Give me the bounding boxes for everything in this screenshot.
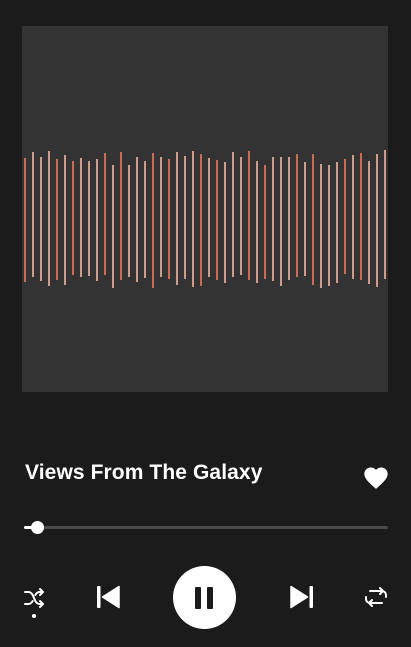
album-artwork — [22, 26, 388, 392]
shuffle-active-indicator — [32, 614, 36, 618]
repeat-icon — [365, 587, 387, 607]
repeat-button[interactable] — [363, 586, 389, 608]
skip-next-icon — [290, 585, 313, 609]
progress-handle[interactable] — [31, 521, 44, 534]
skip-previous-icon — [97, 585, 120, 609]
shuffle-icon — [24, 588, 44, 608]
next-button[interactable] — [288, 583, 316, 611]
previous-button[interactable] — [94, 583, 122, 611]
music-player: Views From The Galaxy — [0, 0, 411, 647]
track-title: Views From The Galaxy — [25, 461, 263, 484]
heart-icon — [364, 467, 388, 489]
progress-track — [24, 526, 388, 529]
pause-icon — [195, 587, 213, 609]
pause-button[interactable] — [173, 566, 236, 629]
progress-slider[interactable] — [24, 521, 388, 535]
like-button[interactable] — [362, 464, 390, 492]
shuffle-button[interactable] — [22, 586, 46, 620]
waveform-graphic — [24, 150, 386, 288]
